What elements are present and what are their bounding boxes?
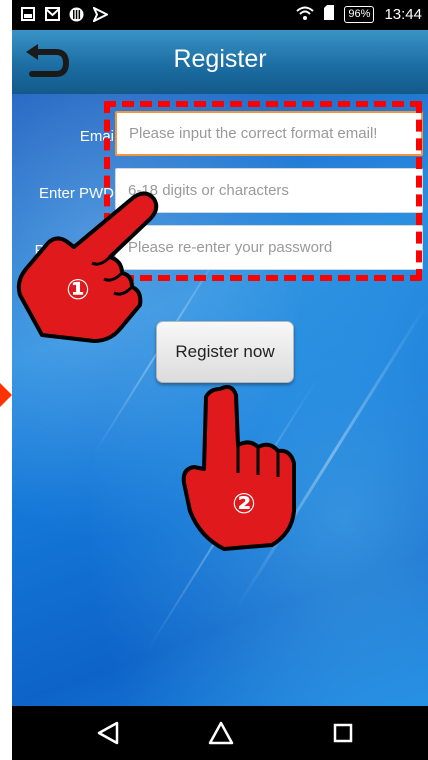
recent-apps-nav-icon[interactable] [330,721,356,745]
wifi-icon [296,6,315,24]
pointing-hand-icon: ② [181,385,296,551]
register-now-button[interactable]: Register now [156,321,294,383]
sim-icon [324,5,335,24]
picture-icon [20,6,36,22]
page-title: Register [173,45,267,73]
battery-icon: 96% [344,6,375,23]
status-bar: 96% 13:44 [12,0,428,30]
voicemail-icon [68,6,84,22]
home-nav-icon[interactable] [208,721,234,745]
edge-arrow-icon [0,383,12,407]
step-2-label: ② [232,487,256,520]
pointing-hand-icon: ① [16,191,159,343]
navigation-bar [12,706,428,760]
email-label: Emai [79,128,114,145]
back-nav-icon[interactable] [95,721,121,745]
notification-icon [92,6,108,22]
title-bar: Register [12,30,428,94]
step-1-label: ① [66,273,90,306]
phone-screen: 96% 13:44 Register Emai Enter PWD Pl Reg… [12,0,428,760]
mail-icon [44,6,60,22]
status-time: 13:44 [384,6,422,23]
